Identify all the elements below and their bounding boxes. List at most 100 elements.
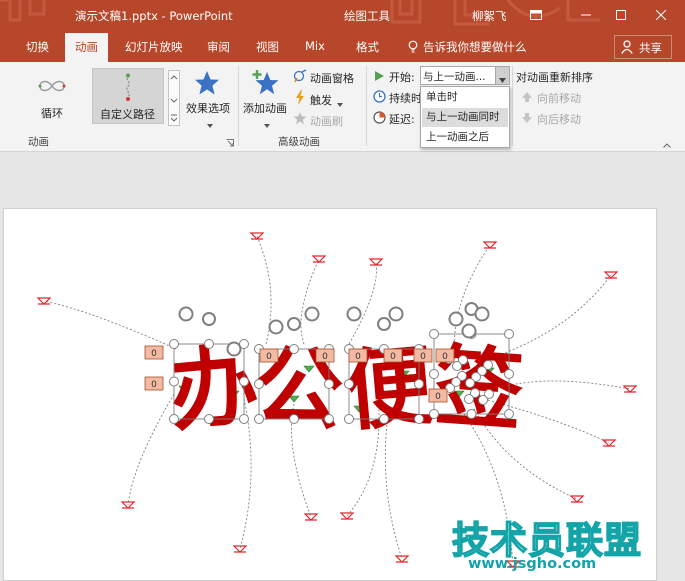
path-end-marker: [339, 512, 355, 520]
animation-pane-label: 动画窗格: [310, 72, 354, 85]
resize-handle: [239, 414, 249, 424]
maximize-icon[interactable]: [605, 0, 637, 30]
collapse-ribbon-icon[interactable]: [663, 138, 671, 151]
tab-format[interactable]: 格式: [356, 39, 379, 55]
animation-painter-button: 动画刷: [293, 111, 353, 129]
animation-item-label: 自定义路径: [100, 108, 155, 121]
badge-number: 0: [435, 392, 441, 402]
resize-handle: [239, 376, 249, 387]
clock-icon: [373, 90, 386, 106]
resize-handle: [504, 369, 514, 379]
add-animation-label: 添加动画: [243, 102, 287, 115]
rotate-handle-icon: [346, 306, 362, 322]
effect-options-label: 效果选项: [186, 102, 230, 115]
animation-painter-label: 动画刷: [310, 115, 343, 128]
resize-handle: [465, 378, 475, 388]
close-icon[interactable]: [645, 0, 677, 30]
dialog-launcher-icon[interactable]: [226, 137, 234, 150]
move-later-label: 向后移动: [537, 113, 581, 126]
start-dropdown-menu: 单击时 与上一动画同时 上一动画之后: [420, 86, 510, 148]
ribbon-display-icon[interactable]: [520, 0, 552, 30]
user-name[interactable]: 柳絮飞: [472, 8, 507, 24]
tab-animations[interactable]: 动画: [65, 33, 108, 62]
animation-order-badge: 0: [383, 348, 403, 363]
title-bar: 演示文稿1.pptx - PowerPoint 绘图工具 柳絮飞: [0, 0, 685, 30]
add-animation-button[interactable]: 添加动画: [240, 68, 292, 128]
tab-transitions[interactable]: 切换: [26, 39, 49, 55]
tell-me-input[interactable]: 告诉我你想要做什么: [423, 39, 527, 55]
motion-path: [300, 258, 320, 345]
rotate-handle-icon: [268, 319, 284, 335]
custom-path-icon: [121, 73, 135, 106]
path-end-marker: [394, 555, 410, 563]
resize-handle: [379, 414, 389, 424]
resize-handle: [324, 414, 334, 424]
resize-handle: [324, 379, 334, 389]
start-option-with-previous[interactable]: 与上一动画同时: [422, 108, 508, 127]
resize-handle: [169, 376, 179, 387]
minimize-icon[interactable]: [570, 0, 602, 30]
badge-number: 0: [420, 352, 426, 362]
start-select-dropdown-button[interactable]: [495, 67, 509, 84]
animation-item-custom-path[interactable]: 自定义路径: [92, 68, 164, 124]
resize-handle: [414, 379, 424, 389]
start-select-value: 与上一动画...: [423, 71, 486, 83]
resize-handle: [429, 409, 439, 419]
add-animation-icon: [252, 70, 280, 99]
badge-number: 0: [322, 352, 328, 362]
play-icon: [375, 71, 384, 84]
tab-slideshow[interactable]: 幻灯片放映: [125, 39, 183, 55]
trigger-button[interactable]: 触发: [293, 90, 353, 108]
animation-painter-icon: [293, 111, 307, 128]
effect-options-button[interactable]: 效果选项: [184, 68, 236, 128]
arrow-up-icon: [522, 92, 532, 105]
person-icon: [621, 40, 633, 57]
tab-review[interactable]: 审阅: [207, 39, 230, 55]
resize-handle: [289, 344, 299, 354]
loop-icon: [36, 78, 68, 97]
start-option-after-previous[interactable]: 上一动画之后: [422, 128, 508, 147]
star-icon: [194, 70, 220, 99]
resize-handle: [344, 379, 354, 389]
resize-handle: [289, 414, 299, 424]
resize-handle: [204, 414, 214, 424]
animation-order-badge: 0: [428, 388, 448, 403]
rotate-handle-icon: [178, 306, 194, 322]
ribbon-separator: [512, 66, 513, 146]
animation-item-loop[interactable]: 循环: [8, 68, 88, 124]
motion-path: [127, 393, 175, 506]
motion-path: [43, 300, 177, 350]
tab-mix[interactable]: Mix: [305, 39, 325, 53]
badge-number: 0: [266, 352, 272, 362]
slide-text-glyph: 办: [166, 332, 263, 443]
ribbon-body: 循环 自定义路径 效果选项 动画 添加动画 动画窗格 触发 动画刷 高级动画 开…: [0, 62, 685, 152]
chevron-down-icon: [207, 118, 213, 131]
chevron-down-icon: [499, 73, 506, 86]
badge-number: 0: [442, 352, 448, 362]
resize-handle: [464, 394, 474, 404]
group-label-advanced: 高级动画: [278, 136, 320, 148]
path-end-marker: [622, 385, 638, 393]
resize-handle: [254, 414, 264, 424]
rotate-handle-icon: [388, 306, 404, 322]
start-label: 开始:: [389, 71, 415, 84]
start-select[interactable]: 与上一动画...: [420, 66, 510, 85]
tab-view[interactable]: 视图: [256, 39, 279, 55]
resize-handle: [429, 369, 439, 379]
path-end-marker: [569, 495, 585, 503]
resize-handle: [414, 414, 424, 424]
rotate-handle-icon: [461, 323, 477, 339]
animation-pane-button[interactable]: 动画窗格: [293, 68, 363, 86]
powerpoint-window: 演示文稿1.pptx - PowerPoint 绘图工具 柳絮飞 切换 动画 幻…: [0, 0, 685, 581]
duration-label: 持续时: [389, 92, 422, 105]
rotate-handle-icon: [474, 306, 490, 322]
animation-item-label: 循环: [41, 107, 63, 120]
badge-number: 0: [355, 352, 361, 362]
start-option-on-click[interactable]: 单击时: [422, 88, 508, 107]
rotate-handle-icon: [202, 312, 216, 326]
resize-handle: [478, 395, 488, 405]
resize-handle: [204, 339, 214, 349]
share-button[interactable]: 共享: [614, 35, 672, 59]
resize-handle: [169, 339, 179, 349]
gallery-scroll[interactable]: [168, 70, 180, 126]
